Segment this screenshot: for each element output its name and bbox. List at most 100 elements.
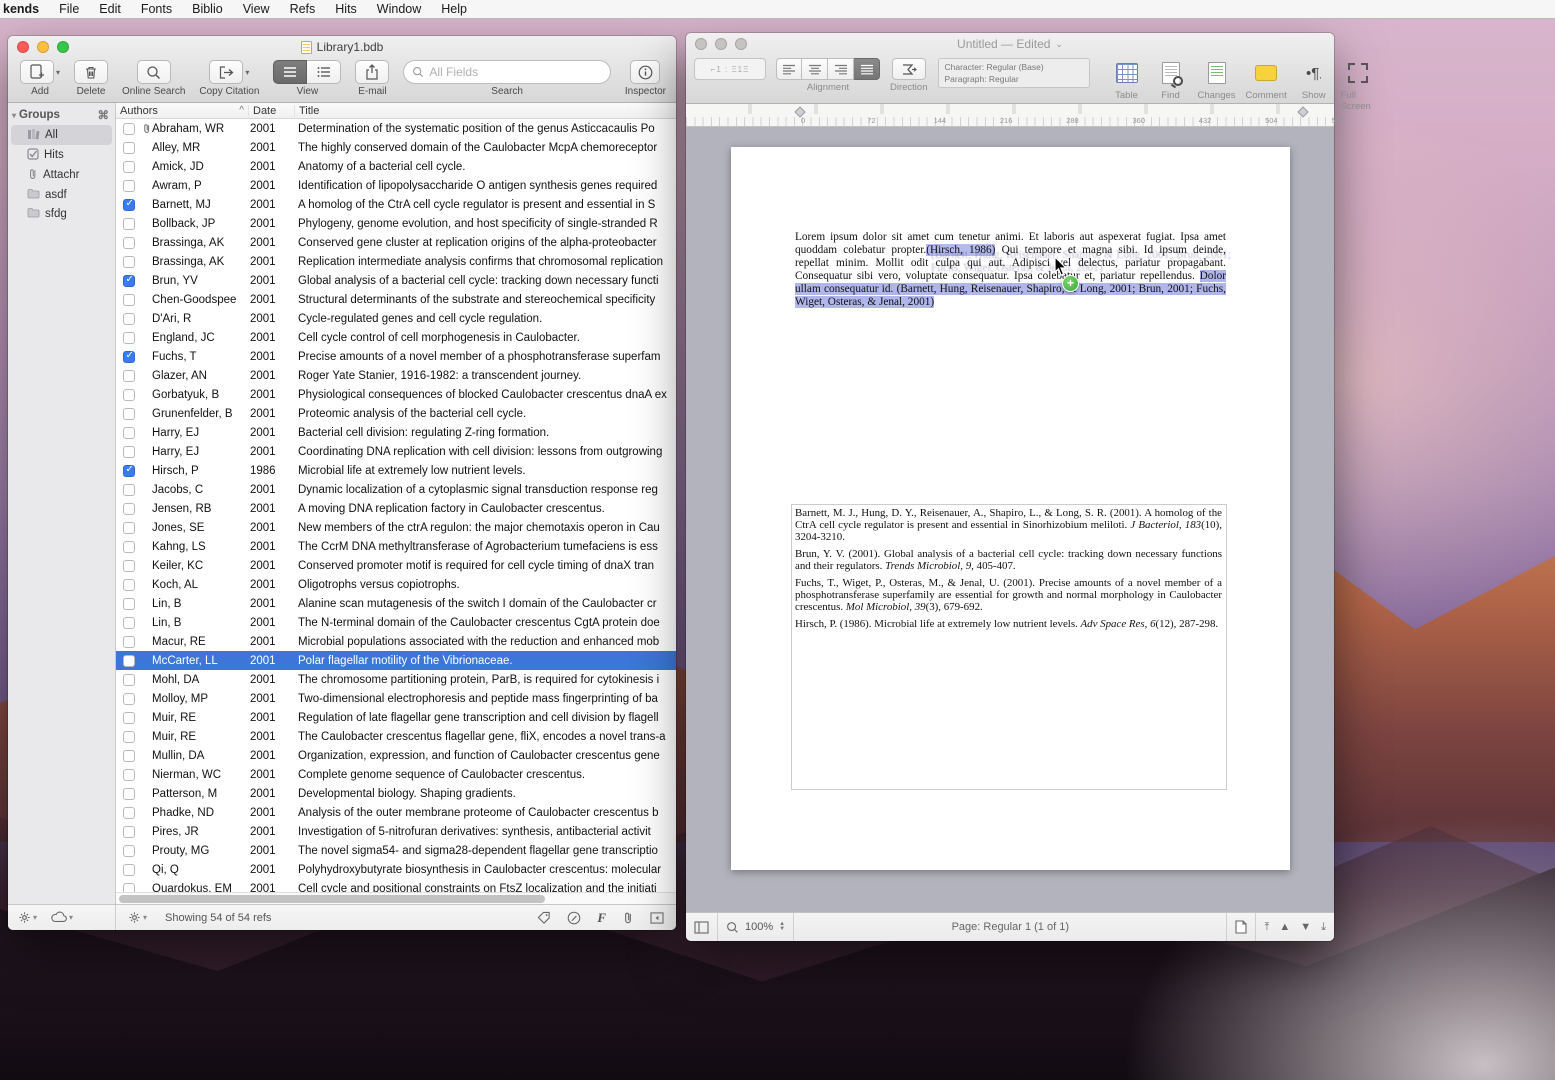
menu-item-biblio[interactable]: Biblio: [182, 2, 233, 16]
table-row[interactable]: D'Ari, R2001Cycle-regulated genes and ce…: [116, 309, 676, 328]
reference-checkbox[interactable]: [123, 845, 135, 857]
reference-checkbox[interactable]: [123, 180, 135, 192]
table-row[interactable]: Molloy, MP2001Two-dimensional electropho…: [116, 689, 676, 708]
changes-button[interactable]: [1200, 58, 1234, 88]
table-row[interactable]: Pires, JR2001Investigation of 5-nitrofur…: [116, 822, 676, 841]
reference-checkbox[interactable]: [123, 142, 135, 154]
table-row[interactable]: Jones, SE2001New members of the ctrA reg…: [116, 518, 676, 537]
table-row[interactable]: Glazer, AN2001Roger Yate Stanier, 1916-1…: [116, 366, 676, 385]
library-titlebar[interactable]: Library1.bdb: [8, 36, 676, 58]
table-row[interactable]: Hirsch, P1986Microbial life at extremely…: [116, 461, 676, 480]
table-row[interactable]: Prouty, MG2001The novel sigma54- and sig…: [116, 841, 676, 860]
view-detail-button[interactable]: [307, 60, 341, 84]
format-icon[interactable]: F: [597, 910, 606, 926]
menu-item-window[interactable]: Window: [367, 2, 431, 16]
full-screen-button[interactable]: [1341, 58, 1375, 88]
table-row[interactable]: Chen-Goodspee2001Structural determinants…: [116, 290, 676, 309]
menu-item-refs[interactable]: Refs: [280, 2, 326, 16]
align-justify-button[interactable]: [854, 58, 880, 80]
column-header-date[interactable]: Date: [248, 105, 294, 117]
find-button[interactable]: [1154, 58, 1188, 88]
table-row[interactable]: Nierman, WC2001Complete genome sequence …: [116, 765, 676, 784]
table-row[interactable]: Brassinga, AK2001Conserved gene cluster …: [116, 233, 676, 252]
reference-checkbox[interactable]: [123, 731, 135, 743]
table-row[interactable]: Phadke, ND2001Analysis of the outer memb…: [116, 803, 676, 822]
table-row[interactable]: Harry, EJ2001Bacterial cell division: re…: [116, 423, 676, 442]
table-row[interactable]: Bollback, JP2001Phylogeny, genome evolut…: [116, 214, 676, 233]
comment-button[interactable]: [1249, 58, 1283, 88]
table-row[interactable]: Jacobs, C2001Dynamic localization of a c…: [116, 480, 676, 499]
menu-item-edit[interactable]: Edit: [89, 2, 131, 16]
search-input[interactable]: All Fields: [403, 60, 610, 84]
close-button[interactable]: [17, 41, 29, 53]
table-row[interactable]: Patterson, M2001Developmental biology. S…: [116, 784, 676, 803]
reference-checkbox[interactable]: [123, 598, 135, 610]
table-row[interactable]: Grunenfelder, B2001Proteomic analysis of…: [116, 404, 676, 423]
table-row[interactable]: England, JC2001Cell cycle control of cel…: [116, 328, 676, 347]
table-row[interactable]: Lin, B2001Alanine scan mutagenesis of th…: [116, 594, 676, 613]
table-row[interactable]: Mullin, DA2001Organization, expression, …: [116, 746, 676, 765]
reference-checkbox[interactable]: [123, 579, 135, 591]
table-row[interactable]: Amick, JD2001Anatomy of a bacterial cell…: [116, 157, 676, 176]
edit-icon[interactable]: [567, 911, 581, 925]
menu-item-file[interactable]: File: [49, 2, 89, 16]
line-spacing-buttons[interactable]: ⌐1 : Ξ1Ξ: [694, 58, 766, 80]
table-row[interactable]: Qi, Q2001Polyhydroxybutyrate biosynthesi…: [116, 860, 676, 879]
ruler[interactable]: 072144216288360432504576: [686, 104, 1334, 127]
reference-checkbox[interactable]: [123, 712, 135, 724]
table-row[interactable]: Brun, YV2001Global analysis of a bacteri…: [116, 271, 676, 290]
sidebar-item-asdf[interactable]: asdf: [11, 185, 112, 204]
table-row[interactable]: Quardokus, EM2001Cell cycle and position…: [116, 879, 676, 892]
go-next-page-button[interactable]: ▼: [1300, 921, 1311, 933]
panel-toggle-icon[interactable]: [650, 912, 664, 924]
reference-checkbox[interactable]: [123, 826, 135, 838]
table-row[interactable]: Kahng, LS2001The CcrM DNA methyltransfer…: [116, 537, 676, 556]
menu-item-view[interactable]: View: [233, 2, 280, 16]
align-center-button[interactable]: [802, 58, 828, 80]
view-list-button[interactable]: [273, 60, 307, 84]
reference-checkbox[interactable]: [123, 769, 135, 781]
table-row[interactable]: Macur, RE2001Microbial populations assoc…: [116, 632, 676, 651]
zoom-stepper[interactable]: ▲▼: [779, 922, 785, 932]
table-row[interactable]: Awram, P2001Identification of lipopolysa…: [116, 176, 676, 195]
add-dropdown-chevron[interactable]: ▾: [56, 68, 60, 77]
menu-item-fonts[interactable]: Fonts: [131, 2, 182, 16]
show-button[interactable]: •¶,: [1297, 58, 1331, 88]
reference-checkbox[interactable]: [123, 313, 135, 325]
table-row[interactable]: Jensen, RB2001A moving DNA replication f…: [116, 499, 676, 518]
reference-checkbox[interactable]: [123, 750, 135, 762]
title-dropdown-chevron[interactable]: ⌄: [1055, 39, 1063, 50]
reference-checkbox[interactable]: [123, 655, 135, 667]
reference-checkbox[interactable]: [123, 807, 135, 819]
reference-checkbox[interactable]: [123, 389, 135, 401]
reference-checkbox[interactable]: [123, 693, 135, 705]
bibliography-text[interactable]: Barnett, M. J., Hung, D. Y., Reisenauer,…: [792, 505, 1226, 631]
reference-checkbox[interactable]: [123, 161, 135, 173]
column-header-authors[interactable]: Authors ^: [116, 105, 248, 117]
delete-button[interactable]: [74, 60, 108, 84]
reference-checkbox[interactable]: [123, 123, 135, 135]
reference-checkbox[interactable]: [123, 636, 135, 648]
table-row[interactable]: Abraham, WR2001Determination of the syst…: [116, 119, 676, 138]
reference-checkbox[interactable]: [123, 446, 135, 458]
groups-header[interactable]: ▾ Groups ⌘: [8, 105, 115, 125]
direction-button[interactable]: [892, 58, 926, 80]
sidebar-item-attachr[interactable]: Attachr: [11, 165, 112, 185]
reference-checkbox[interactable]: [123, 256, 135, 268]
sidebar-item-hits[interactable]: Hits: [11, 145, 112, 165]
reference-checkbox[interactable]: [123, 484, 135, 496]
menu-item-kends[interactable]: kends: [0, 2, 49, 16]
reference-checkbox[interactable]: [123, 541, 135, 553]
align-left-button[interactable]: [776, 58, 802, 80]
reference-checkbox[interactable]: [123, 199, 135, 211]
sidebar-item-sfdg[interactable]: sfdg: [11, 204, 112, 223]
reference-checkbox[interactable]: [123, 465, 135, 477]
table-row[interactable]: Koch, AL2001Oligotrophs versus copiotrop…: [116, 575, 676, 594]
copy-citation-button[interactable]: [209, 60, 243, 84]
reference-checkbox[interactable]: [123, 237, 135, 249]
table-row[interactable]: Muir, RE2001The Caulobacter crescentus f…: [116, 727, 676, 746]
reference-checkbox[interactable]: [123, 674, 135, 686]
reference-checkbox[interactable]: [123, 332, 135, 344]
sync-menu[interactable]: ▾: [51, 912, 73, 923]
table-row[interactable]: Barnett, MJ2001A homolog of the CtrA cel…: [116, 195, 676, 214]
